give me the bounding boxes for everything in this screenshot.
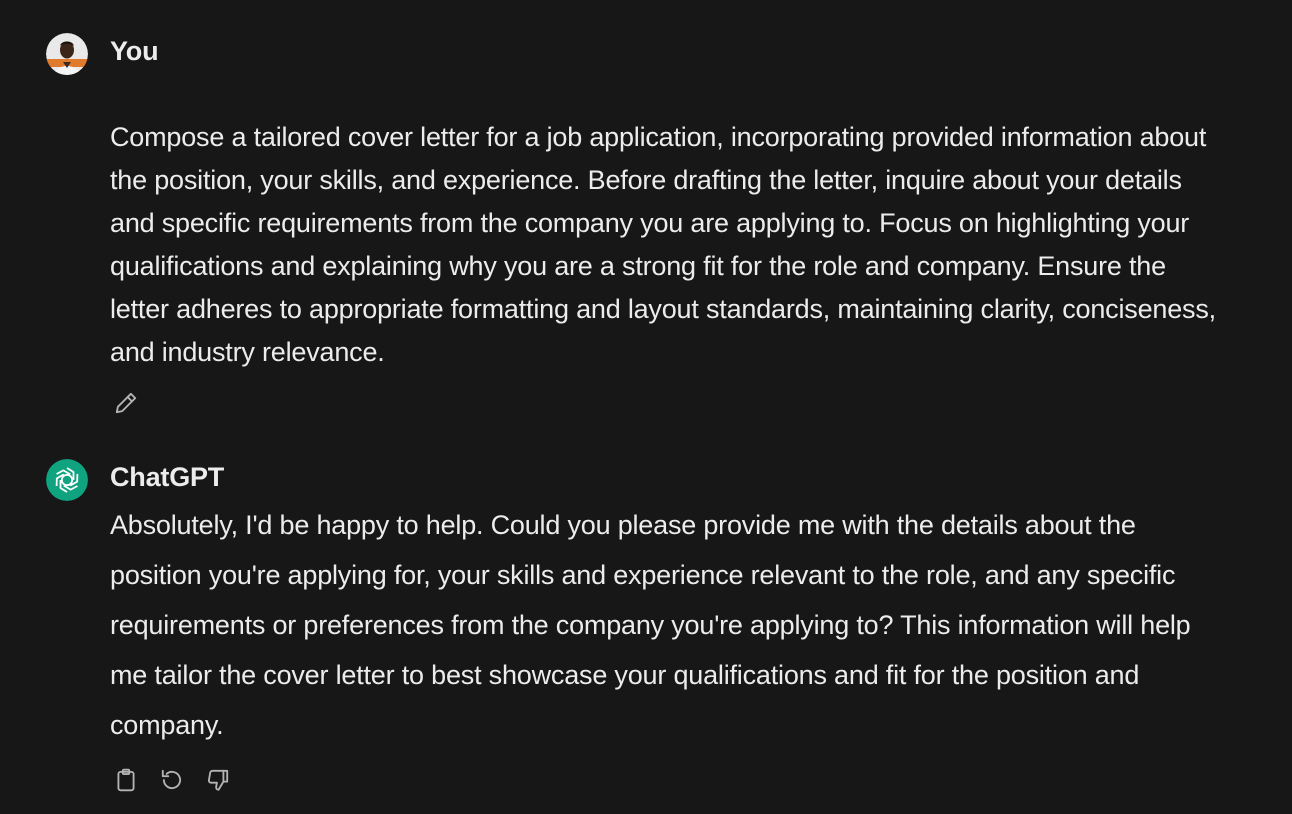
chatgpt-avatar bbox=[46, 459, 88, 501]
clipboard-icon bbox=[113, 767, 139, 793]
assistant-author-name: ChatGPT bbox=[110, 462, 225, 492]
regenerate-button[interactable] bbox=[157, 765, 187, 795]
user-message-text: Compose a tailored cover letter for a jo… bbox=[110, 122, 1216, 367]
chat-thread: You Compose a tailored cover letter for … bbox=[0, 0, 1292, 814]
refresh-icon bbox=[159, 767, 185, 793]
user-author-name: You bbox=[110, 36, 159, 66]
pencil-icon bbox=[113, 390, 139, 416]
thumbs-down-icon bbox=[205, 767, 231, 793]
dislike-button[interactable] bbox=[203, 765, 233, 795]
copy-button[interactable] bbox=[111, 765, 141, 795]
user-avatar bbox=[46, 33, 88, 75]
edit-message-button[interactable] bbox=[111, 388, 141, 418]
assistant-message-text: Absolutely, I'd be happy to help. Could … bbox=[110, 510, 1191, 740]
